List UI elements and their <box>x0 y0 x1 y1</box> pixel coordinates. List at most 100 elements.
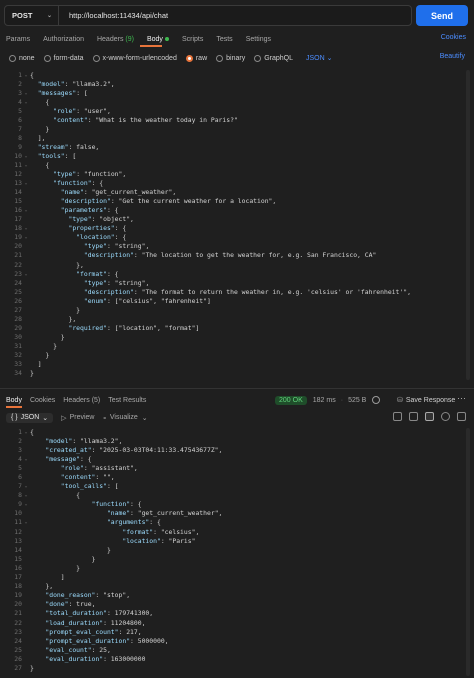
request-body-editor[interactable]: 1 ⌄{2 "model": "llama3.2", 3 ⌄ "messages": … <box>0 70 474 378</box>
response-body-viewer[interactable]: 1 ⌄{2 "model": "llama3.2", 3 "created_at":… <box>0 427 474 673</box>
line-number: 6 <box>18 473 22 482</box>
response-tab-body[interactable]: Body <box>6 397 22 404</box>
code-line: 34} <box>0 369 474 378</box>
fold-chevron-icon[interactable]: ⌄ <box>22 271 30 277</box>
code-line: 15 "description": "Get the current weath… <box>0 197 474 206</box>
code-text: } <box>30 554 96 563</box>
code-text: "total_duration": 179741300, <box>45 609 154 618</box>
code-line: 22 }, <box>0 260 474 269</box>
copy-icon[interactable] <box>425 412 434 421</box>
code-line: 23 ⌄ "format": { <box>0 269 474 278</box>
fold-chevron-icon[interactable]: ⌄ <box>22 456 30 462</box>
radio-urlencoded[interactable]: x-www-form-urlencoded <box>92 54 177 62</box>
code-line: 9 "stream": false, <box>0 142 474 151</box>
code-text: "messages": [ <box>37 88 88 97</box>
filter-icon[interactable] <box>409 412 418 421</box>
line-number: 15 <box>14 197 22 206</box>
search-icon[interactable] <box>441 412 450 421</box>
fold-chevron-icon[interactable]: ⌄ <box>22 225 30 231</box>
save-response-button[interactable]: ⛁ Save Response <box>397 394 455 406</box>
response-tab-cookies[interactable]: Cookies <box>30 397 55 404</box>
more-options-icon[interactable]: ⋯ <box>457 393 466 404</box>
send-button[interactable]: Send <box>416 5 468 26</box>
radio-circle-icon <box>9 54 16 62</box>
beautify-button[interactable]: Beautify <box>440 53 465 60</box>
fold-chevron-icon[interactable]: ⌄ <box>22 153 30 159</box>
body-format-select[interactable]: JSON ⌄ <box>306 54 333 62</box>
tab-scripts[interactable]: Scripts <box>182 36 203 43</box>
code-line: 1 ⌄{ <box>0 70 474 79</box>
globe-icon[interactable] <box>372 396 381 404</box>
tab-params[interactable]: Params <box>6 36 30 43</box>
fold-chevron-icon[interactable]: ⌄ <box>22 234 30 240</box>
radio-binary[interactable]: binary <box>216 54 246 62</box>
tab-body[interactable]: Body <box>147 36 169 43</box>
radio-form-data[interactable]: form-data <box>43 54 84 62</box>
code-text: ], <box>30 133 46 142</box>
code-line: 13 ⌄ "function": { <box>0 179 474 188</box>
tab-settings[interactable]: Settings <box>246 36 271 43</box>
line-number: 21 <box>14 609 22 618</box>
fold-chevron-icon[interactable]: ⌄ <box>22 72 30 78</box>
radio-graphql[interactable]: GraphQL <box>254 54 293 62</box>
line-number: 2 <box>18 436 22 445</box>
tab-authorization[interactable]: Authorization <box>43 36 84 43</box>
line-number: 33 <box>14 360 22 369</box>
code-text: "tools": [ <box>37 151 77 160</box>
code-text: "format": "celsius", <box>122 527 200 536</box>
line-number: 12 <box>14 170 22 179</box>
code-line: 8 ⌄ { <box>0 491 474 500</box>
fold-chevron-icon[interactable]: ⌄ <box>22 162 30 168</box>
code-line: 16 } <box>0 563 474 572</box>
code-line: 23 "prompt_eval_count": 217, <box>0 627 474 636</box>
wrap-icon[interactable] <box>393 412 402 421</box>
fold-chevron-icon[interactable]: ⌄ <box>22 99 30 105</box>
fold-chevron-icon[interactable]: ⌄ <box>22 492 30 498</box>
preview-button[interactable]: ▷ Preview <box>61 414 94 422</box>
method-select[interactable]: POST ⌄ <box>5 6 59 25</box>
tab-tests[interactable]: Tests <box>216 36 232 43</box>
response-tab-test-results[interactable]: Test Results <box>108 397 146 404</box>
request-scrollbar[interactable] <box>466 70 470 380</box>
url-input[interactable]: http://localhost:11434/api/chat <box>59 11 168 20</box>
fold-chevron-icon[interactable]: ⌄ <box>22 90 30 96</box>
response-size[interactable]: 525 B <box>348 397 366 404</box>
fold-chevron-icon[interactable]: ⌄ <box>22 483 30 489</box>
response-scrollbar[interactable] <box>466 428 470 676</box>
radio-label: binary <box>226 54 246 62</box>
radio-circle-icon <box>216 54 224 62</box>
link-icon[interactable] <box>457 412 466 421</box>
pane-divider[interactable] <box>0 388 474 389</box>
code-line: 14 } <box>0 545 474 554</box>
code-text: "description": "Get the current weather … <box>60 197 277 206</box>
fold-chevron-icon[interactable]: ⌄ <box>22 519 30 525</box>
line-number: 9 <box>18 142 22 151</box>
fold-chevron-icon[interactable]: ⌄ <box>22 501 30 507</box>
radio-none[interactable]: none <box>9 54 35 62</box>
line-number: 17 <box>14 215 22 224</box>
response-tab-headers-count: (5) <box>91 396 101 404</box>
chevron-down-icon: ⌄ <box>141 414 148 422</box>
response-tab-headers[interactable]: Headers (5) <box>63 397 100 404</box>
fold-chevron-icon[interactable]: ⌄ <box>22 180 30 186</box>
code-line: 17 "type": "object", <box>0 215 474 224</box>
code-line: 28 }, <box>0 314 474 323</box>
line-number: 32 <box>14 350 22 359</box>
chart-icon: ∘ <box>102 414 107 422</box>
line-number: 26 <box>14 296 22 305</box>
cookies-link[interactable]: Cookies <box>441 34 466 41</box>
line-number: 9 <box>18 500 22 509</box>
response-format-select[interactable]: { } JSON ⌄ <box>6 412 54 423</box>
fold-chevron-icon[interactable]: ⌄ <box>22 207 30 213</box>
visualize-button[interactable]: ∘ Visualize ⌄ <box>102 414 147 422</box>
radio-circle-icon <box>254 54 262 62</box>
fold-chevron-icon[interactable]: ⌄ <box>22 429 30 435</box>
line-number: 25 <box>14 287 22 296</box>
tab-headers[interactable]: Headers (9) <box>97 36 134 43</box>
radio-raw[interactable]: raw <box>185 54 207 62</box>
line-number: 16 <box>14 563 22 572</box>
line-number: 34 <box>14 369 22 378</box>
code-line: 4 ⌄ { <box>0 97 474 106</box>
status-badge[interactable]: 200 OK <box>275 395 307 405</box>
response-time[interactable]: 182 ms <box>313 397 336 404</box>
